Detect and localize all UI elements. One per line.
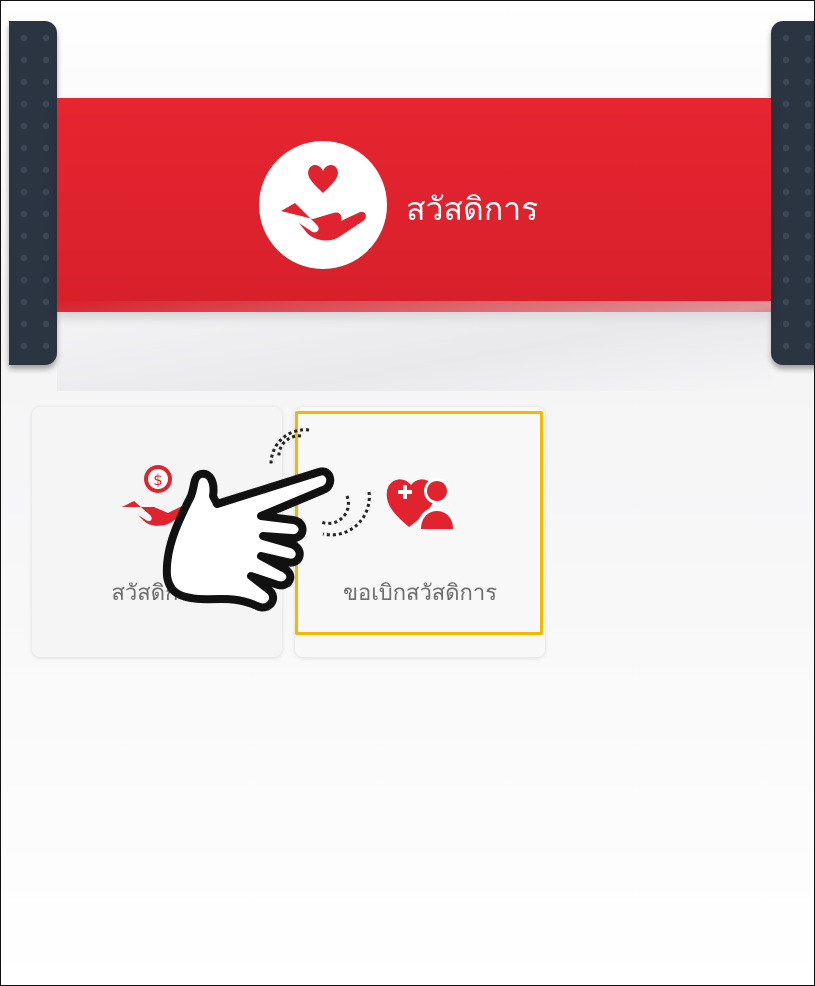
hand-heart-icon	[259, 141, 387, 269]
page-title: สวัสดิการ	[406, 190, 539, 228]
banner-shadow	[57, 301, 771, 391]
app-screen: สวัสดิการ $ สวัสดิการ ขอเบิกสวัสดิการ	[0, 0, 815, 986]
next-card-tab[interactable]	[771, 21, 814, 365]
previous-card-tab[interactable]	[9, 21, 57, 365]
tap-hand-pointer-icon	[151, 426, 401, 676]
